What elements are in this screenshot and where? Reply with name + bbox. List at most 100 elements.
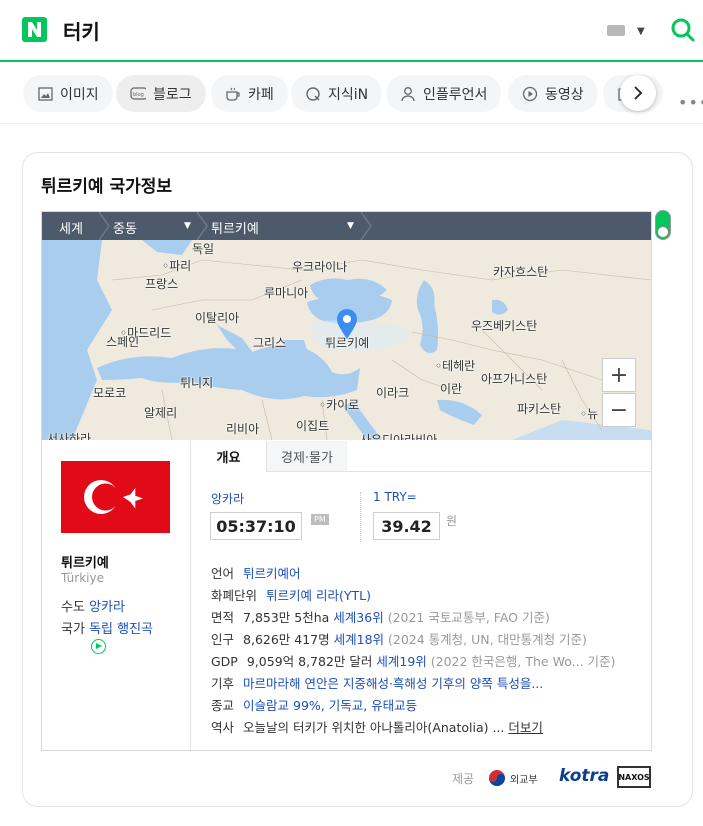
row-key: GDP: [211, 654, 238, 669]
map-label: 리비아: [226, 422, 260, 436]
map-label: 우크라이나: [292, 260, 348, 274]
search-query[interactable]: 터키: [63, 16, 100, 45]
country-name-en: Türkiye: [61, 571, 104, 585]
image-icon: [37, 86, 53, 102]
info-row-gdp: GDP 9,059억 8,782만 달러 세계19위 (2022 한국은행, Th…: [211, 651, 615, 670]
capital-link[interactable]: 앙카라: [89, 600, 125, 615]
ampm-badge: PM: [311, 514, 329, 525]
divider: [360, 492, 361, 542]
row-value: 7,853만 5천ha: [243, 610, 330, 625]
tab-overview[interactable]: 개요: [191, 441, 266, 472]
map-toggle[interactable]: [655, 210, 671, 240]
tab-label: 지식iN: [328, 86, 369, 103]
mofa-logo[interactable]: 외교부: [488, 768, 548, 788]
taegeuk-icon: [489, 770, 505, 786]
row-rank[interactable]: 세계36위: [333, 610, 383, 625]
info-row-currency: 화폐단위 튀르키예 리라(YTL): [211, 585, 371, 604]
cafe-icon: [225, 86, 241, 102]
anthem-play-icon[interactable]: [91, 639, 106, 654]
keyboard-icon[interactable]: [607, 25, 625, 36]
info-row-area: 면적 7,853만 5천ha 세계36위 (2021 국토교통부, FAO 기준): [211, 607, 550, 626]
capital-label: 수도: [61, 600, 85, 615]
row-value[interactable]: 튀르키예어: [243, 566, 301, 581]
anthem-line: 국가 독립 행진곡: [61, 618, 153, 637]
time-city[interactable]: 앙카라: [211, 490, 244, 507]
breadcrumb-country[interactable]: 튀르키예: [211, 218, 259, 237]
map-label: 독일: [192, 242, 215, 256]
tab-cafe[interactable]: 카페: [211, 75, 288, 112]
zoom-out-button[interactable]: −: [602, 393, 636, 427]
row-note: (2022 한국은행, The Wo... 기준): [430, 654, 616, 669]
info-row-history: 역사 오늘날의 터키가 위치한 아나톨리아(Anatolia) ... 더보기: [211, 717, 543, 736]
map-label: 프랑스: [145, 277, 179, 291]
play-icon: [522, 86, 538, 102]
map-label: 이라크: [376, 386, 410, 400]
naver-logo[interactable]: [22, 17, 47, 42]
map-label: 이탈리아: [195, 311, 240, 325]
tab-blog[interactable]: blog 블로그: [116, 75, 206, 112]
map-label: ◦카이로: [319, 398, 360, 412]
map-label: 모로코: [93, 386, 127, 400]
row-value: 8,626만 417명: [243, 632, 330, 647]
map-label: 아프가니스탄: [481, 372, 548, 386]
map-label: 우즈베키스탄: [471, 319, 538, 333]
row-value[interactable]: 마르마라해 연안은 지중해성·흑해성 기후의 양쪽 특성을...: [243, 676, 543, 691]
map-label: 이집트: [296, 419, 330, 433]
tab-label: 이미지: [60, 86, 99, 103]
anthem-link[interactable]: 독립 행진곡: [89, 622, 153, 637]
more-dots-icon[interactable]: •••: [678, 93, 703, 112]
row-rank[interactable]: 세계19위: [376, 654, 426, 669]
chevron-down-icon[interactable]: ▼: [637, 26, 645, 37]
map-label: 튀니지: [180, 376, 214, 390]
person-icon: [400, 86, 416, 102]
row-key: 인구: [211, 632, 235, 647]
row-key: 면적: [211, 610, 235, 625]
more-link[interactable]: 더보기: [508, 720, 543, 735]
tab-video[interactable]: 동영상: [508, 75, 598, 112]
map-label: 파키스탄: [517, 402, 562, 416]
local-time: 05:37:10: [210, 512, 302, 540]
search-icon[interactable]: [670, 17, 696, 43]
divider: [190, 441, 191, 750]
row-value[interactable]: 이슬람교 99%, 기독교, 유태교등: [243, 698, 417, 713]
country-map[interactable]: 독일 ◦파리 프랑스 우크라이나 카자흐스탄 루마니아 ◦마드리드 스페인 이탈…: [42, 240, 651, 440]
row-rank[interactable]: 세계18위: [334, 632, 384, 647]
kotra-logo[interactable]: kotra: [559, 766, 609, 786]
row-key: 언어: [211, 566, 235, 581]
row-note: (2024 통계청, UN, 대만통계청 기준): [388, 632, 587, 647]
tab-underline: [347, 471, 651, 472]
svg-text:blog: blog: [133, 92, 144, 98]
row-value: 오늘날의 터키가 위치한 아나톨리아(Anatolia) ...: [243, 720, 505, 735]
blog-icon: blog: [130, 86, 146, 102]
chevron-down-icon[interactable]: ▼: [184, 221, 191, 231]
breadcrumb-world[interactable]: 세계: [59, 218, 83, 237]
row-note: (2021 국토교통부, FAO 기준): [387, 610, 550, 625]
country-name: 튀르키예: [61, 556, 109, 571]
info-row-language: 언어 튀르키예어: [211, 563, 301, 582]
map-label: 스페인: [106, 335, 140, 349]
breadcrumb-region[interactable]: 중동: [113, 218, 137, 237]
row-key: 기후: [211, 676, 235, 691]
row-value[interactable]: 튀르키예 리라(YTL): [266, 588, 371, 603]
zoom-in-button[interactable]: +: [602, 358, 636, 392]
naxos-logo[interactable]: NAXOS: [617, 766, 651, 788]
map-pin-icon[interactable]: [336, 308, 358, 340]
tab-influencer[interactable]: 인플루언서: [386, 75, 502, 112]
turkey-flag: [61, 461, 170, 533]
tab-economy[interactable]: 경제·물가: [266, 441, 347, 472]
tab-image[interactable]: 이미지: [23, 75, 113, 112]
tab-label: 동영상: [545, 86, 584, 103]
chevron-down-icon[interactable]: ▼: [347, 221, 354, 231]
info-row-religion: 종교 이슬람교 99%, 기독교, 유태교등: [211, 695, 417, 714]
rate-label[interactable]: 1 TRY=: [373, 490, 417, 504]
row-key: 종교: [211, 698, 235, 713]
map-label: 이란: [440, 382, 463, 396]
tab-kin[interactable]: 지식iN: [291, 75, 383, 112]
breadcrumb: 세계 중동 ▼ 튀르키예 ▼: [42, 212, 651, 240]
tabs-next-button[interactable]: [620, 75, 656, 111]
anthem-label: 국가: [61, 622, 85, 637]
row-key: 화폐단위: [211, 588, 258, 603]
map-label: ◦뉴: [580, 407, 599, 421]
mofa-label: 외교부: [510, 774, 538, 786]
tab-label: 인플루언서: [423, 86, 488, 103]
